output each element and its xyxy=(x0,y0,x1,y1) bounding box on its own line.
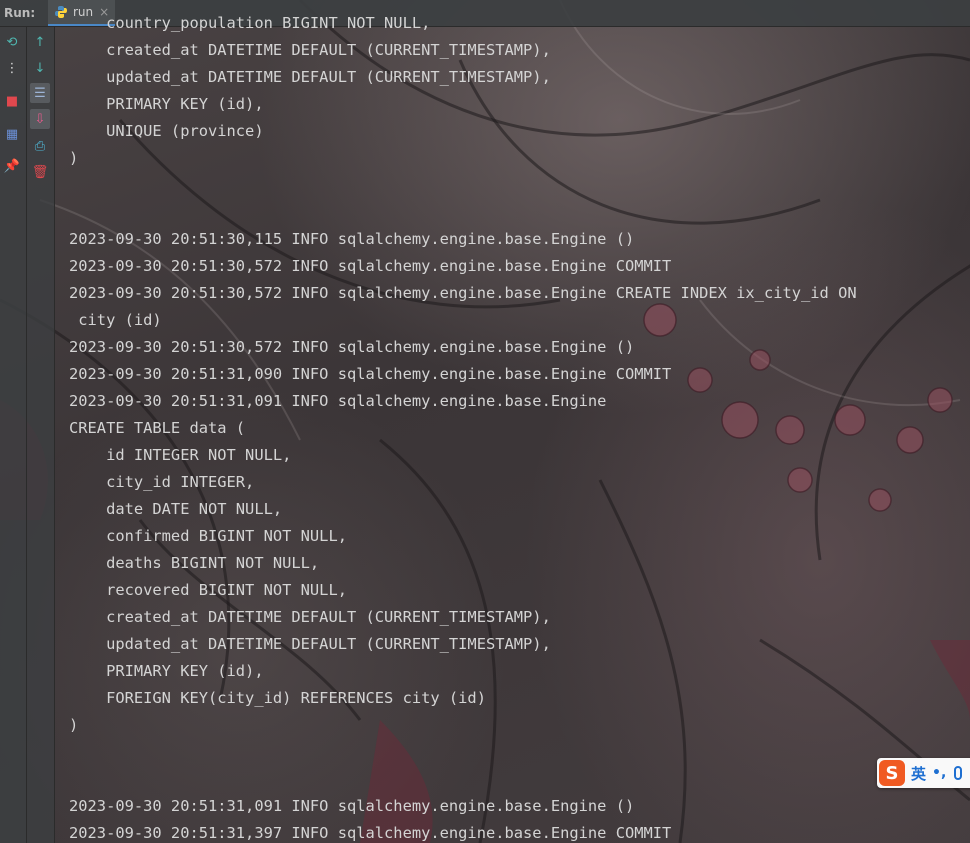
console-line: recovered BIGINT NOT NULL, xyxy=(69,581,347,599)
console-line: CREATE TABLE data ( xyxy=(69,419,246,437)
clear-all-icon[interactable]: 🗑 xyxy=(30,162,50,182)
console-line: 2023-09-30 20:51:30,572 INFO sqlalchemy.… xyxy=(69,338,635,356)
scroll-up-icon[interactable]: ↑ xyxy=(30,32,50,52)
console-line: 2023-09-30 20:51:30,115 INFO sqlalchemy.… xyxy=(69,230,635,248)
console-line: updated_at DATETIME DEFAULT (CURRENT_TIM… xyxy=(69,635,551,653)
console-line: UNIQUE (province) xyxy=(69,122,264,140)
console-line: city_id INTEGER, xyxy=(69,473,255,491)
run-toolbar-primary: ⟲ ⋮ ■ ▦ 📌 xyxy=(0,27,27,843)
console-line: FOREIGN KEY(city_id) REFERENCES city (id… xyxy=(69,689,486,707)
pin-icon[interactable]: 📌 xyxy=(2,156,22,176)
console-line: 2023-09-30 20:51:31,090 INFO sqlalchemy.… xyxy=(69,365,672,383)
console-line: city (id) xyxy=(69,311,162,329)
console-line: ) xyxy=(69,716,79,734)
soft-wrap-icon[interactable]: ☰ xyxy=(30,83,50,103)
run-toolbar-secondary: ↑ ↓ ☰ ⇩ ⎙ 🗑 xyxy=(27,27,55,843)
run-label: Run: xyxy=(4,6,36,20)
console-output[interactable]: country_population BIGINT NOT NULL, crea… xyxy=(69,10,969,843)
console-line: id INTEGER NOT NULL, xyxy=(69,446,292,464)
print-icon[interactable]: ⎙ xyxy=(30,136,50,156)
sogou-logo-icon: S xyxy=(879,760,905,786)
console-line: 2023-09-30 20:51:31,397 INFO sqlalchemy.… xyxy=(69,824,672,842)
console-line: updated_at DATETIME DEFAULT (CURRENT_TIM… xyxy=(69,68,551,86)
console-line: deaths BIGINT NOT NULL, xyxy=(69,554,320,572)
ime-punctuation-toggle[interactable]: •, xyxy=(932,765,946,781)
console-line: country_population BIGINT NOT NULL, xyxy=(69,14,431,32)
console-line: created_at DATETIME DEFAULT (CURRENT_TIM… xyxy=(69,608,551,626)
console-line: confirmed BIGINT NOT NULL, xyxy=(69,527,347,545)
more-options-icon[interactable]: ⋮ xyxy=(2,58,22,78)
microphone-icon[interactable] xyxy=(954,766,963,780)
ime-toolbar[interactable]: S 英 •, xyxy=(877,758,970,788)
console-line: PRIMARY KEY (id), xyxy=(69,662,264,680)
console-line: 2023-09-30 20:51:31,091 INFO sqlalchemy.… xyxy=(69,797,635,815)
console-line: created_at DATETIME DEFAULT (CURRENT_TIM… xyxy=(69,41,551,59)
console-line: PRIMARY KEY (id), xyxy=(69,95,264,113)
run-tool-window: Run: run × ⟲ ⋮ ■ ▦ 📌 ↑ ↓ ☰ ⇩ ⎙ 🗑 country_populati… xyxy=(0,0,970,843)
console-line: ) xyxy=(69,149,79,167)
ime-mode-toggle[interactable]: 英 xyxy=(911,763,926,784)
stop-icon[interactable]: ■ xyxy=(2,91,22,111)
console-line: 2023-09-30 20:51:30,572 INFO sqlalchemy.… xyxy=(69,257,672,275)
scroll-down-icon[interactable]: ↓ xyxy=(30,58,50,78)
python-icon xyxy=(55,6,67,18)
layout-icon[interactable]: ▦ xyxy=(2,124,22,144)
console-line: 2023-09-30 20:51:31,091 INFO sqlalchemy.… xyxy=(69,392,607,410)
console-line: date DATE NOT NULL, xyxy=(69,500,283,518)
console-line: 2023-09-30 20:51:30,572 INFO sqlalchemy.… xyxy=(69,284,857,302)
rerun-icon[interactable]: ⟲ xyxy=(2,32,22,52)
scroll-to-end-icon[interactable]: ⇩ xyxy=(30,109,50,129)
